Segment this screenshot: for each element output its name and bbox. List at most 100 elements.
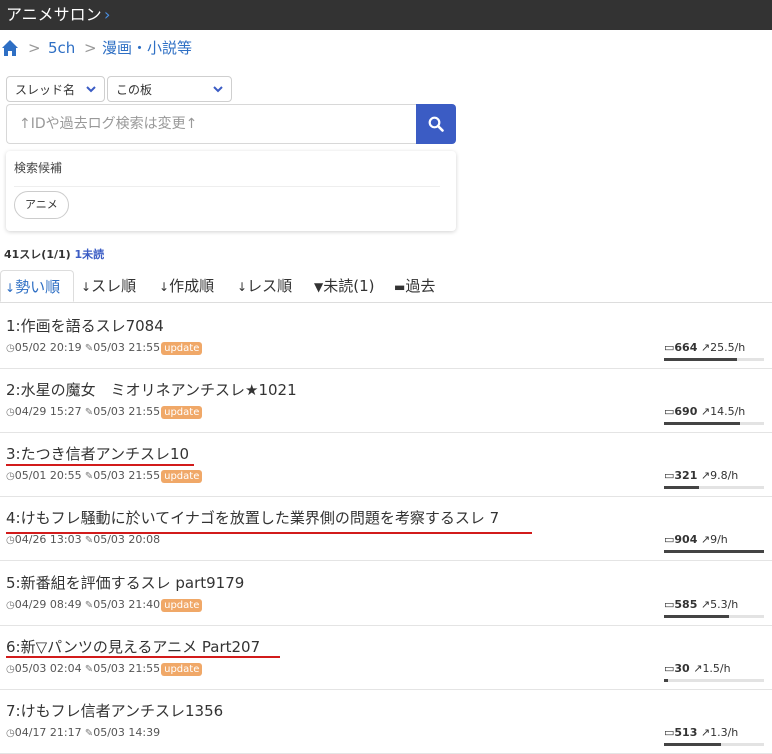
momentum-bar xyxy=(664,550,764,553)
thread-title[interactable]: 1:作画を語るスレ7084 xyxy=(6,316,164,336)
speed: 9/h xyxy=(710,533,728,546)
search-button[interactable] xyxy=(416,104,456,144)
reply-count: 664 xyxy=(674,341,698,354)
speed: 9.8/h xyxy=(710,469,739,482)
unread-count-link[interactable]: 1未読 xyxy=(75,248,105,261)
chevron-right-icon[interactable]: › xyxy=(104,5,110,25)
thread-title[interactable]: 4:けもフレ騒動に於いてイナゴを放置した業界側の問題を考察するスレ 7 xyxy=(6,508,499,528)
tab-label: 作成順 xyxy=(169,277,215,295)
tab-created-order[interactable]: ↓作成順 xyxy=(159,270,214,302)
speed: 14.5/h xyxy=(710,405,746,418)
suggestions-heading: 検索候補 xyxy=(14,161,63,175)
breadcrumb-category[interactable]: 漫画・小説等 xyxy=(102,36,192,60)
momentum-bar xyxy=(664,743,764,746)
thread-stats: ▭664 ↗25.5/h xyxy=(664,341,745,355)
tab-label: 未読(1) xyxy=(323,277,375,295)
thread-row[interactable]: 5:新番組を評価するスレ part9179 ◷04/29 08:49 ✎05/03… xyxy=(0,561,772,626)
trend-icon: ↗ xyxy=(697,405,711,418)
breadcrumb: > 5ch > 漫画・小説等 xyxy=(0,36,772,60)
thread-count: 41スレ(1/1) 1未読 xyxy=(4,247,104,263)
thread-stats: ▭690 ↗14.5/h xyxy=(664,405,745,419)
created-time: 04/29 15:27 xyxy=(14,405,82,418)
search-icon xyxy=(428,116,444,132)
thread-row[interactable]: 2:水星の魔女 ミオリネアンチスレ★1021 ◷04/29 15:27 ✎05/0… xyxy=(0,368,772,433)
created-time: 04/17 21:17 xyxy=(14,726,82,739)
thread-stats: ▭321 ↗9.8/h xyxy=(664,469,738,483)
thread-stats: ▭513 ↗1.3/h xyxy=(664,726,738,740)
filter-icon: ▼ xyxy=(314,280,324,294)
reply-count: 321 xyxy=(674,469,698,482)
thread-meta: ◷04/29 08:49 ✎05/03 21:40 update xyxy=(6,598,203,613)
thread-title[interactable]: 6:新▽パンツの見えるアニメ Part207 xyxy=(6,637,260,657)
thread-stats: ▭585 ↗5.3/h xyxy=(664,598,738,612)
thread-stats: ▭30 ↗1.5/h xyxy=(664,662,731,676)
home-icon[interactable] xyxy=(1,39,19,57)
momentum-bar-fill xyxy=(664,358,737,361)
clock-icon: ◷ xyxy=(6,728,15,739)
comment-icon: ▭ xyxy=(664,726,675,739)
momentum-bar xyxy=(664,615,764,618)
comment-icon: ▭ xyxy=(664,662,675,675)
thread-row[interactable]: 7:けもフレ信者アンチスレ1356 ◷04/17 21:17 ✎05/03 14:… xyxy=(0,689,772,754)
tab-unread[interactable]: ▼未読(1) xyxy=(314,270,374,302)
thread-row[interactable]: 4:けもフレ騒動に於いてイナゴを放置した業界側の問題を考察するスレ 7 ◷04/2… xyxy=(0,496,772,561)
board-scope-select[interactable]: この板 xyxy=(107,76,232,102)
thread-meta: ◷04/26 13:03 ✎05/03 20:08 xyxy=(6,533,160,548)
update-badge: update xyxy=(161,342,203,355)
reply-count: 690 xyxy=(674,405,698,418)
thread-title[interactable]: 3:たつき信者アンチスレ10 xyxy=(6,444,189,464)
tab-archive[interactable]: ▬過去 xyxy=(394,270,435,302)
reply-count: 904 xyxy=(674,533,698,546)
updated-time: 05/03 21:40 xyxy=(93,598,161,611)
tab-thread-order[interactable]: ↓スレ順 xyxy=(81,270,136,302)
updated-time: 05/03 21:55 xyxy=(93,405,161,418)
momentum-bar-fill xyxy=(664,550,764,553)
update-badge: update xyxy=(161,599,203,612)
thread-count-text: 41スレ(1/1) xyxy=(4,248,71,261)
momentum-bar xyxy=(664,679,764,682)
edit-icon: ✎ xyxy=(81,728,94,739)
momentum-bar xyxy=(664,358,764,361)
red-underline-annotation xyxy=(6,532,532,534)
clock-icon: ◷ xyxy=(6,535,15,546)
board-title[interactable]: アニメサロン xyxy=(6,5,102,25)
search-input[interactable]: ↑IDや過去ログ検索は変更↑ xyxy=(6,104,417,144)
tab-label: 過去 xyxy=(405,277,436,295)
thread-row[interactable]: 1:作画を語るスレ7084 ◷05/02 20:19 ✎05/03 21:55 up… xyxy=(0,304,772,369)
speed: 1.3/h xyxy=(710,726,739,739)
breadcrumb-5ch[interactable]: 5ch xyxy=(48,36,75,60)
chevron-down-icon xyxy=(86,86,96,93)
momentum-bar xyxy=(664,422,764,425)
thread-title[interactable]: 5:新番組を評価するスレ part9179 xyxy=(6,573,244,593)
momentum-bar-fill xyxy=(664,422,740,425)
tab-reply-order[interactable]: ↓レス順 xyxy=(237,270,292,302)
sort-tabs: ↓勢い順 ↓スレ順 ↓作成順 ↓レス順 ▼未読(1) ▬過去 xyxy=(0,270,772,303)
created-time: 04/26 13:03 xyxy=(14,533,82,546)
created-time: 05/03 02:04 xyxy=(14,662,82,675)
thread-title[interactable]: 2:水星の魔女 ミオリネアンチスレ★1021 xyxy=(6,380,297,400)
sort-desc-icon: ↓ xyxy=(81,280,92,294)
thread-stats: ▭904 ↗9/h xyxy=(664,533,728,547)
chevron-down-icon xyxy=(213,86,223,93)
comment-icon: ▭ xyxy=(664,533,675,546)
speed: 25.5/h xyxy=(710,341,746,354)
created-time: 04/29 08:49 xyxy=(14,598,82,611)
edit-icon: ✎ xyxy=(81,471,94,482)
update-badge: update xyxy=(161,663,203,676)
thread-meta: ◷05/02 20:19 ✎05/03 21:55 update xyxy=(6,341,203,356)
thread-meta: ◷04/17 21:17 ✎05/03 14:39 xyxy=(6,726,160,741)
tab-momentum[interactable]: ↓勢い順 xyxy=(0,270,74,302)
suggestion-chip[interactable]: アニメ xyxy=(14,191,69,219)
trend-icon: ↗ xyxy=(697,341,711,354)
edit-icon: ✎ xyxy=(81,343,94,354)
board-scope-value: この板 xyxy=(116,83,153,97)
momentum-bar-fill xyxy=(664,743,721,746)
trend-icon: ↗ xyxy=(697,469,711,482)
updated-time: 05/03 21:55 xyxy=(93,469,161,482)
created-time: 05/01 20:55 xyxy=(14,469,82,482)
thread-title[interactable]: 7:けもフレ信者アンチスレ1356 xyxy=(6,701,223,721)
clock-icon: ◷ xyxy=(6,471,15,482)
sort-desc-icon: ↓ xyxy=(237,280,248,294)
search-scope-select[interactable]: スレッド名 xyxy=(6,76,105,102)
breadcrumb-separator: > xyxy=(84,39,97,57)
